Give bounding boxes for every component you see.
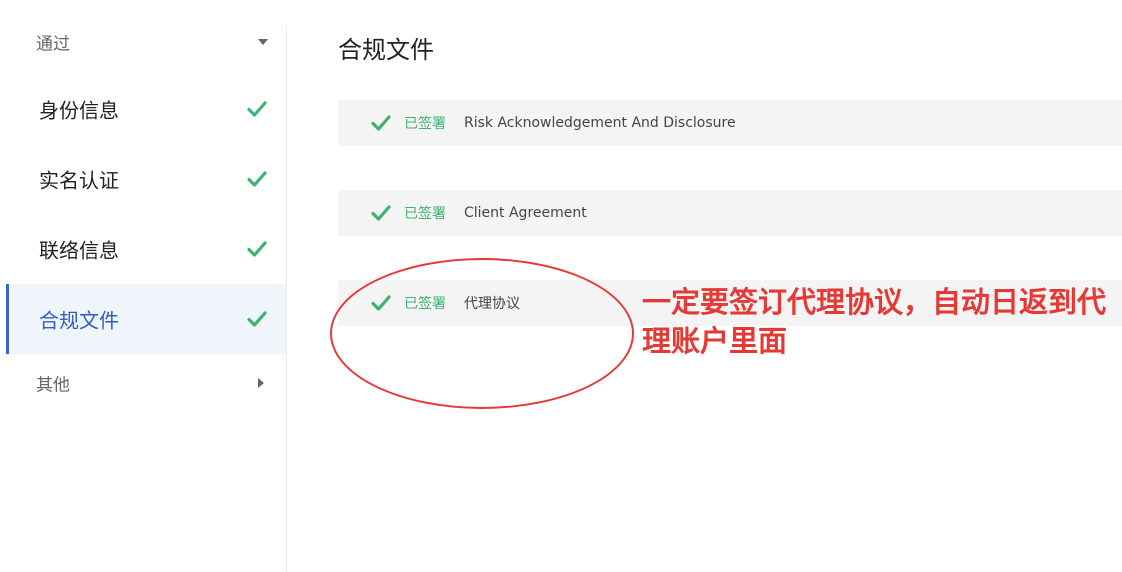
check-icon [247, 241, 267, 257]
check-icon [247, 311, 267, 327]
check-icon [247, 171, 267, 187]
section-header-other[interactable]: 其他 [0, 363, 286, 403]
annotation-text: 一定要签订代理协议，自动日返到代理账户里面 [642, 285, 1107, 358]
document-name[interactable]: Risk Acknowledgement And Disclosure [464, 115, 736, 131]
section-header-pass[interactable]: 通过 [0, 22, 286, 62]
sidebar-item-label: 实名认证 [39, 168, 119, 193]
check-icon [371, 115, 391, 131]
sidebar-item-label: 身份信息 [39, 98, 119, 123]
sidebar: 通过 身份信息 实名认证 联络信息 合规文件 其他 [0, 0, 286, 572]
sidebar-item-contact[interactable]: 联络信息 [6, 214, 286, 284]
sidebar-item-identity[interactable]: 身份信息 [6, 74, 286, 144]
chevron-right-icon [258, 378, 264, 388]
sidebar-item-real-name[interactable]: 实名认证 [6, 144, 286, 214]
annotation-circle [330, 258, 634, 409]
page-title: 合规文件 [338, 36, 434, 64]
document-row-risk-disclosure[interactable]: 已签署 Risk Acknowledgement And Disclosure [338, 100, 1122, 146]
chevron-down-icon [258, 39, 268, 45]
sidebar-item-compliance[interactable]: 合规文件 [6, 284, 286, 354]
document-name[interactable]: Client Agreement [464, 205, 587, 221]
document-row-client-agreement[interactable]: 已签署 Client Agreement [338, 190, 1122, 236]
section-header-other-label: 其他 [36, 375, 70, 396]
sidebar-item-label: 联络信息 [39, 238, 119, 263]
section-header-pass-label: 通过 [36, 34, 70, 55]
document-status: 已签署 [404, 116, 446, 132]
check-icon [247, 101, 267, 117]
document-status: 已签署 [404, 206, 446, 222]
sidebar-item-label: 合规文件 [39, 308, 119, 333]
check-icon [371, 205, 391, 221]
